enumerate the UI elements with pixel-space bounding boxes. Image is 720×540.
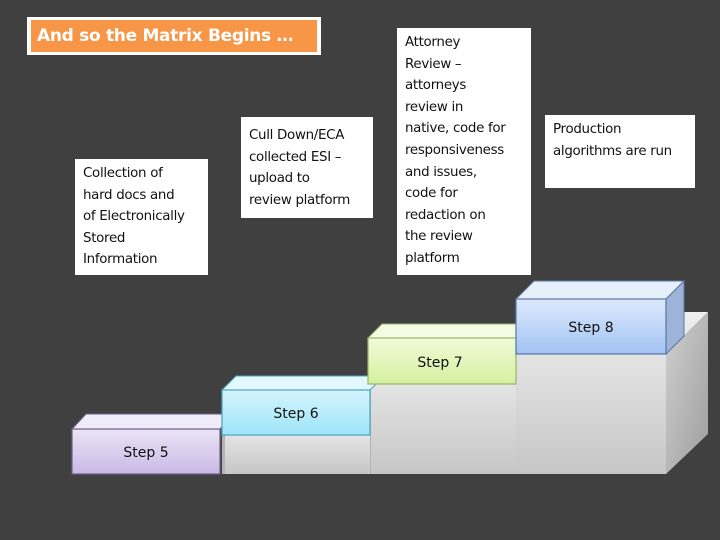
- step-7-label: Step 7: [417, 355, 462, 371]
- staircase-diagram: Step 5 Step 6 Step 7 Step 8: [70, 279, 708, 475]
- step-8-label: Step 8: [568, 320, 613, 336]
- step-5-block: Step 5: [70, 413, 236, 475]
- step-6-block: Step 6: [220, 375, 386, 436]
- step-5-label: Step 5: [123, 445, 168, 461]
- step-5-top: [70, 413, 236, 430]
- pedestal-8-front: [516, 354, 666, 474]
- pedestal-6-front: [222, 435, 370, 474]
- pedestal-7-front: [368, 384, 516, 474]
- pedestal-step-7: [368, 384, 516, 474]
- step-7-top: [366, 323, 532, 339]
- step-6-top: [220, 375, 386, 391]
- pedestal-step-6: [222, 435, 370, 474]
- step-6-label: Step 6: [273, 406, 318, 422]
- pedestal-6-edge: [222, 435, 225, 474]
- step-7-block: Step 7: [366, 323, 532, 385]
- step-8-block: Step 8: [514, 279, 686, 356]
- step-8-top: [514, 280, 686, 300]
